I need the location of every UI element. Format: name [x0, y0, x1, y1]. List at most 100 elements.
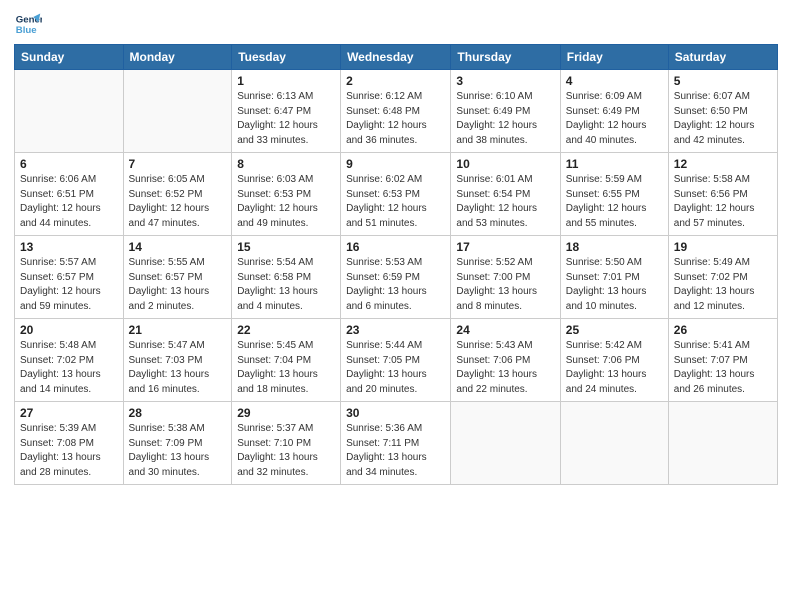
day-info: Sunrise: 6:06 AMSunset: 6:51 PMDaylight:… — [20, 173, 118, 231]
calendar-cell: 20Sunrise: 5:48 AMSunset: 7:02 PMDayligh… — [15, 319, 124, 402]
calendar-cell: 26 Sunrise: 5:41 AMSunset: 7:07 PMDayligh… — [668, 319, 777, 402]
calendar-week-3: 13 Sunrise: 5:57 AMSunset: 6:57 PMDayligh… — [15, 236, 778, 319]
calendar-cell — [123, 70, 232, 153]
day-info: Sunrise: 5:47 AMSunset: 7:03 PMDaylight:… — [129, 339, 227, 397]
day-info: Sunrise: 6:05 AMSunset: 6:52 PMDaylight:… — [129, 173, 227, 231]
calendar: SundayMondayTuesdayWednesdayThursdayFrid… — [14, 44, 778, 485]
calendar-cell: 4 Sunrise: 6:09 AMSunset: 6:49 PMDaylight… — [560, 70, 668, 153]
calendar-cell: 15 Sunrise: 5:54 AMSunset: 6:58 PMDayligh… — [232, 236, 341, 319]
day-info: Sunrise: 5:54 AMSunset: 6:58 PMDaylight:… — [237, 256, 335, 314]
day-info: Sunrise: 5:42 AMSunset: 7:06 PMDaylight:… — [566, 339, 663, 397]
calendar-cell: 17 Sunrise: 5:52 AMSunset: 7:00 PMDayligh… — [451, 236, 560, 319]
day-info: Sunrise: 5:53 AMSunset: 6:59 PMDaylight:… — [346, 256, 445, 314]
calendar-cell: 29Sunrise: 5:37 AMSunset: 7:10 PMDayligh… — [232, 402, 341, 485]
calendar-cell: 5 Sunrise: 6:07 AMSunset: 6:50 PMDaylight… — [668, 70, 777, 153]
day-info: Sunrise: 5:39 AMSunset: 7:08 PMDaylight:… — [20, 422, 118, 480]
day-number: 11 — [566, 157, 663, 171]
calendar-cell: 8 Sunrise: 6:03 AMSunset: 6:53 PMDaylight… — [232, 153, 341, 236]
calendar-cell: 9 Sunrise: 6:02 AMSunset: 6:53 PMDaylight… — [341, 153, 451, 236]
calendar-header-thursday: Thursday — [451, 45, 560, 70]
calendar-cell — [668, 402, 777, 485]
calendar-cell: 2 Sunrise: 6:12 AMSunset: 6:48 PMDaylight… — [341, 70, 451, 153]
calendar-cell: 25 Sunrise: 5:42 AMSunset: 7:06 PMDayligh… — [560, 319, 668, 402]
day-info: Sunrise: 6:12 AMSunset: 6:48 PMDaylight:… — [346, 90, 445, 148]
day-number: 18 — [566, 240, 663, 254]
calendar-cell: 19 Sunrise: 5:49 AMSunset: 7:02 PMDayligh… — [668, 236, 777, 319]
day-number: 23 — [346, 323, 445, 337]
day-number: 27 — [20, 406, 118, 420]
day-number: 1 — [237, 74, 335, 88]
day-info: Sunrise: 5:43 AMSunset: 7:06 PMDaylight:… — [456, 339, 554, 397]
calendar-header-friday: Friday — [560, 45, 668, 70]
day-info: Sunrise: 5:59 AMSunset: 6:55 PMDaylight:… — [566, 173, 663, 231]
day-number: 21 — [129, 323, 227, 337]
day-number: 26 — [674, 323, 772, 337]
day-info: Sunrise: 5:49 AMSunset: 7:02 PMDaylight:… — [674, 256, 772, 314]
calendar-cell: 11 Sunrise: 5:59 AMSunset: 6:55 PMDayligh… — [560, 153, 668, 236]
calendar-cell: 28 Sunrise: 5:38 AMSunset: 7:09 PMDayligh… — [123, 402, 232, 485]
day-number: 25 — [566, 323, 663, 337]
header: General Blue — [14, 10, 778, 38]
day-number: 14 — [129, 240, 227, 254]
calendar-cell — [451, 402, 560, 485]
day-info: Sunrise: 5:41 AMSunset: 7:07 PMDaylight:… — [674, 339, 772, 397]
calendar-cell: 21 Sunrise: 5:47 AMSunset: 7:03 PMDayligh… — [123, 319, 232, 402]
calendar-week-5: 27 Sunrise: 5:39 AMSunset: 7:08 PMDayligh… — [15, 402, 778, 485]
day-number: 17 — [456, 240, 554, 254]
day-info: Sunrise: 5:37 AMSunset: 7:10 PMDaylight:… — [237, 422, 335, 480]
calendar-cell: 10Sunrise: 6:01 AMSunset: 6:54 PMDayligh… — [451, 153, 560, 236]
calendar-header-monday: Monday — [123, 45, 232, 70]
day-number: 13 — [20, 240, 118, 254]
calendar-cell: 7 Sunrise: 6:05 AMSunset: 6:52 PMDaylight… — [123, 153, 232, 236]
day-info: Sunrise: 5:57 AMSunset: 6:57 PMDaylight:… — [20, 256, 118, 314]
day-info: Sunrise: 5:36 AMSunset: 7:11 PMDaylight:… — [346, 422, 445, 480]
calendar-cell: 30 Sunrise: 5:36 AMSunset: 7:11 PMDayligh… — [341, 402, 451, 485]
day-info: Sunrise: 5:50 AMSunset: 7:01 PMDaylight:… — [566, 256, 663, 314]
day-info: Sunrise: 6:03 AMSunset: 6:53 PMDaylight:… — [237, 173, 335, 231]
calendar-cell: 23 Sunrise: 5:44 AMSunset: 7:05 PMDayligh… — [341, 319, 451, 402]
day-number: 10 — [456, 157, 554, 171]
day-info: Sunrise: 5:58 AMSunset: 6:56 PMDaylight:… — [674, 173, 772, 231]
day-info: Sunrise: 5:38 AMSunset: 7:09 PMDaylight:… — [129, 422, 227, 480]
day-number: 3 — [456, 74, 554, 88]
calendar-cell: 12 Sunrise: 5:58 AMSunset: 6:56 PMDayligh… — [668, 153, 777, 236]
day-info: Sunrise: 5:44 AMSunset: 7:05 PMDaylight:… — [346, 339, 445, 397]
calendar-header-wednesday: Wednesday — [341, 45, 451, 70]
calendar-week-1: 1Sunrise: 6:13 AMSunset: 6:47 PMDaylight… — [15, 70, 778, 153]
day-number: 12 — [674, 157, 772, 171]
day-info: Sunrise: 6:10 AMSunset: 6:49 PMDaylight:… — [456, 90, 554, 148]
day-number: 8 — [237, 157, 335, 171]
calendar-cell: 18 Sunrise: 5:50 AMSunset: 7:01 PMDayligh… — [560, 236, 668, 319]
day-number: 24 — [456, 323, 554, 337]
calendar-cell — [15, 70, 124, 153]
day-info: Sunrise: 5:52 AMSunset: 7:00 PMDaylight:… — [456, 256, 554, 314]
calendar-cell: 3 Sunrise: 6:10 AMSunset: 6:49 PMDaylight… — [451, 70, 560, 153]
day-info: Sunrise: 5:55 AMSunset: 6:57 PMDaylight:… — [129, 256, 227, 314]
day-number: 16 — [346, 240, 445, 254]
day-number: 5 — [674, 74, 772, 88]
day-number: 2 — [346, 74, 445, 88]
calendar-cell: 1Sunrise: 6:13 AMSunset: 6:47 PMDaylight… — [232, 70, 341, 153]
calendar-cell: 13 Sunrise: 5:57 AMSunset: 6:57 PMDayligh… — [15, 236, 124, 319]
day-info: Sunrise: 6:02 AMSunset: 6:53 PMDaylight:… — [346, 173, 445, 231]
day-number: 7 — [129, 157, 227, 171]
day-info: Sunrise: 6:07 AMSunset: 6:50 PMDaylight:… — [674, 90, 772, 148]
day-number: 15 — [237, 240, 335, 254]
day-info: Sunrise: 5:45 AMSunset: 7:04 PMDaylight:… — [237, 339, 335, 397]
calendar-cell: 22Sunrise: 5:45 AMSunset: 7:04 PMDayligh… — [232, 319, 341, 402]
day-info: Sunrise: 6:09 AMSunset: 6:49 PMDaylight:… — [566, 90, 663, 148]
svg-text:Blue: Blue — [16, 25, 37, 36]
day-number: 19 — [674, 240, 772, 254]
day-number: 28 — [129, 406, 227, 420]
calendar-week-2: 6Sunrise: 6:06 AMSunset: 6:51 PMDaylight… — [15, 153, 778, 236]
calendar-cell: 14 Sunrise: 5:55 AMSunset: 6:57 PMDayligh… — [123, 236, 232, 319]
calendar-header-sunday: Sunday — [15, 45, 124, 70]
logo: General Blue — [14, 10, 46, 38]
day-info: Sunrise: 5:48 AMSunset: 7:02 PMDaylight:… — [20, 339, 118, 397]
calendar-cell: 6Sunrise: 6:06 AMSunset: 6:51 PMDaylight… — [15, 153, 124, 236]
day-number: 30 — [346, 406, 445, 420]
day-number: 4 — [566, 74, 663, 88]
day-number: 9 — [346, 157, 445, 171]
calendar-header-saturday: Saturday — [668, 45, 777, 70]
calendar-cell — [560, 402, 668, 485]
